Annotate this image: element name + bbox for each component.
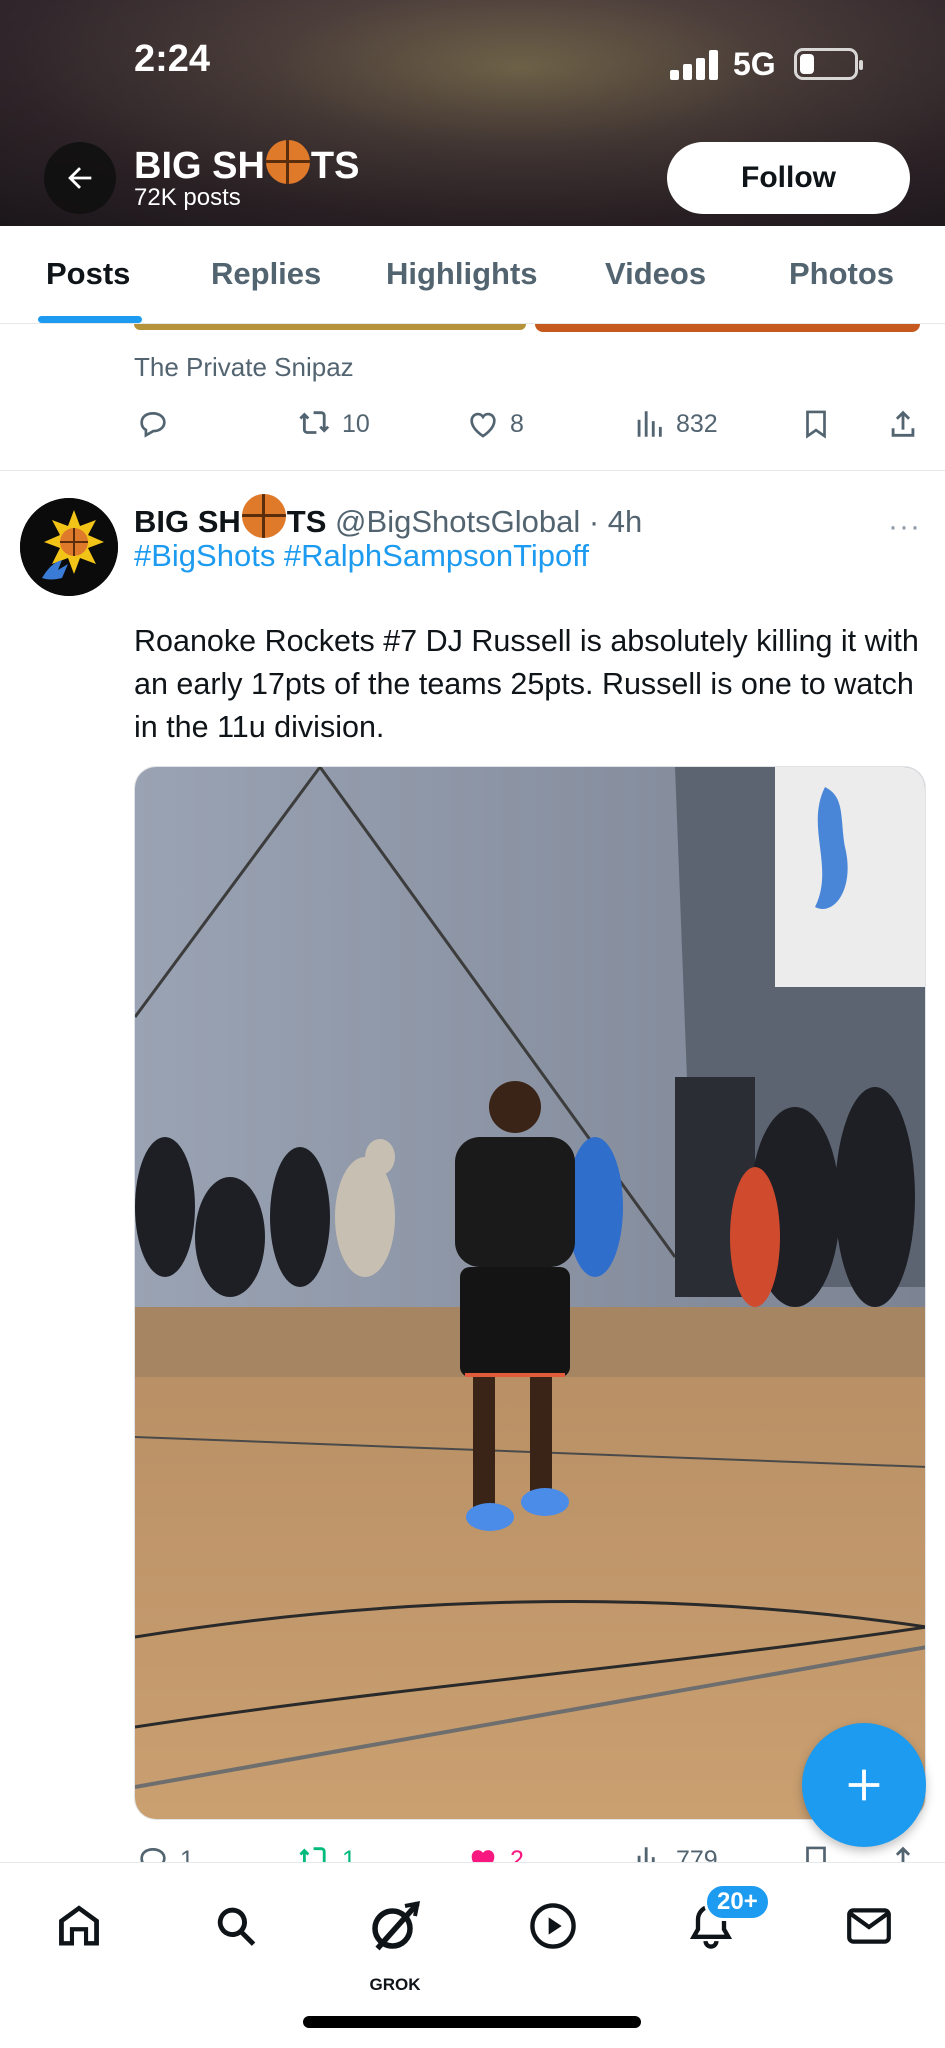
signal-icon [670,48,720,80]
status-time: 2:24 [134,38,211,80]
retweet-button[interactable]: 10 [298,402,370,446]
reply-icon [140,412,166,438]
nav-grok[interactable] [360,1891,430,1961]
network-label: 5G [733,46,776,82]
author-name-part: TS [286,504,327,539]
basketball-icon [265,140,310,184]
mail-icon [847,1908,891,1944]
compose-button[interactable] [802,1723,926,1847]
home-indicator [303,2016,641,2028]
account-name-part: TS [310,145,360,187]
previous-post-image[interactable] [134,324,526,330]
battery-icon [794,48,863,80]
views-button[interactable]: 832 [632,402,718,446]
tweet-author-name[interactable]: BIG SH TS [134,494,327,539]
author-name-part: BIG SH [134,504,241,539]
active-tab-indicator [38,316,142,323]
share-icon [891,410,915,437]
tab-posts[interactable]: Posts [46,256,130,292]
avatar[interactable] [20,498,118,596]
profile-screen: 2:24 5G BIG SH TS 72K posts Follow Posts … [0,0,945,2048]
grok-label: GROK [369,1975,421,1994]
reply-button[interactable] [136,402,170,446]
search-icon [217,1907,256,1946]
retweet-icon [299,411,330,434]
profile-tabs: Posts Replies Highlights Videos Photos [0,226,945,324]
previous-post-caption: The Private Snipaz [134,352,354,382]
grok-icon [372,1900,421,1951]
tweet-header: BIG SH TS @BigShotsGlobal · 4h [134,494,642,540]
basketball-icon [241,494,286,538]
nav-home[interactable] [44,1891,114,1961]
account-name: BIG SH TS [134,140,359,188]
views-count: 832 [676,409,718,438]
previous-post-actions: 10 8 832 [0,402,945,446]
post-divider [0,470,945,471]
share-button[interactable] [886,402,920,446]
more-options-icon[interactable]: ··· [888,510,921,544]
views-icon [637,411,662,437]
tab-videos[interactable]: Videos [605,256,706,292]
tweet-handle[interactable]: @BigShotsGlobal [335,504,580,539]
previous-post-image[interactable] [535,324,920,332]
tweet-hashtags[interactable]: #BigShots #RalphSampsonTipoff [134,538,589,574]
bookmark-button[interactable] [799,402,833,446]
nav-messages[interactable] [834,1891,904,1961]
bookmark-icon [806,410,826,439]
notifications-badge: 20+ [704,1883,771,1921]
tweet-text: Roanoke Rockets #7 DJ Russell is absolut… [134,624,919,744]
big-shots-logo-icon [20,498,118,596]
posts-count: 72K posts [134,184,241,211]
heart-icon [470,412,496,438]
like-button[interactable]: 8 [466,402,524,446]
nav-video[interactable] [518,1891,588,1961]
tab-replies[interactable]: Replies [211,256,321,292]
tab-highlights[interactable]: Highlights [386,256,538,292]
follow-button[interactable]: Follow [667,142,910,214]
tweet-time: · 4h [588,504,643,539]
retweet-count: 10 [342,409,370,438]
basketball-player-photo [135,767,925,1819]
nav-search[interactable] [201,1891,271,1961]
home-icon [59,1905,99,1946]
back-button[interactable] [44,142,116,214]
tab-photos[interactable]: Photos [789,256,894,292]
plus-icon [848,1769,880,1801]
tweet-photo[interactable] [134,766,926,1820]
play-icon [530,1903,576,1949]
back-arrow-icon [68,167,92,189]
account-name-part: BIG SH [134,145,265,187]
like-count: 8 [510,409,524,438]
